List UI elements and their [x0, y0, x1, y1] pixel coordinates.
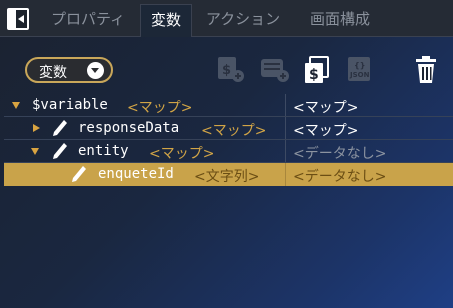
copy-variable-icon[interactable]: $: [302, 55, 332, 85]
tree-row-variable[interactable]: $variable <マップ> <マップ>: [4, 94, 453, 117]
tree-row-enqueteId[interactable]: enqueteId <文字列> <データなし>: [4, 163, 453, 186]
variable-name: enqueteId: [98, 166, 174, 182]
add-variable-icon[interactable]: $: [216, 55, 246, 83]
expand-arrow-icon[interactable]: [12, 102, 20, 109]
svg-text:{}: {}: [354, 61, 365, 70]
variable-name: $variable: [32, 97, 108, 113]
tab-bar: プロパティ 変数 アクション 画面構成: [0, 0, 453, 37]
variable-value: <マップ>: [293, 100, 359, 116]
chevron-down-icon: [87, 62, 104, 79]
variable-type: <マップ>: [127, 100, 193, 116]
tree-row-responseData[interactable]: responseData <マップ> <マップ>: [4, 117, 453, 140]
variable-name: responseData: [78, 120, 180, 136]
edit-pen-icon[interactable]: [71, 165, 87, 187]
json-icon[interactable]: {} JSON: [346, 55, 374, 83]
variable-tree: $variable <マップ> <マップ> responseData <マップ>…: [4, 94, 453, 186]
tab-actions[interactable]: アクション: [194, 4, 292, 37]
dropdown-label: 変数: [39, 65, 67, 81]
json-icon-text: JSON: [349, 71, 370, 79]
variable-value: <データなし>: [293, 146, 387, 162]
collapse-arrow-icon[interactable]: [33, 124, 40, 132]
tree-row-entity[interactable]: entity <マップ> <データなし>: [4, 140, 453, 163]
svg-text:$: $: [222, 63, 231, 78]
expand-arrow-icon[interactable]: [31, 148, 39, 155]
panel-toggle-icon[interactable]: [7, 8, 29, 30]
variable-value: <データなし>: [293, 169, 387, 185]
tab-variables[interactable]: 変数: [140, 4, 192, 37]
edit-pen-icon[interactable]: [52, 119, 68, 141]
variable-type: <マップ>: [201, 123, 267, 139]
tab-properties[interactable]: プロパティ: [38, 4, 138, 37]
variable-value: <マップ>: [293, 123, 359, 139]
trash-icon[interactable]: [414, 55, 440, 85]
variable-type-dropdown[interactable]: 変数: [25, 57, 113, 83]
tab-screen-structure[interactable]: 画面構成: [297, 4, 383, 37]
svg-text:$: $: [309, 67, 319, 83]
variable-type: <文字列>: [194, 169, 260, 185]
edit-pen-icon[interactable]: [52, 142, 68, 164]
variable-name: entity: [78, 143, 129, 159]
add-database-variable-icon[interactable]: [259, 55, 291, 83]
variable-type: <マップ>: [149, 146, 215, 162]
